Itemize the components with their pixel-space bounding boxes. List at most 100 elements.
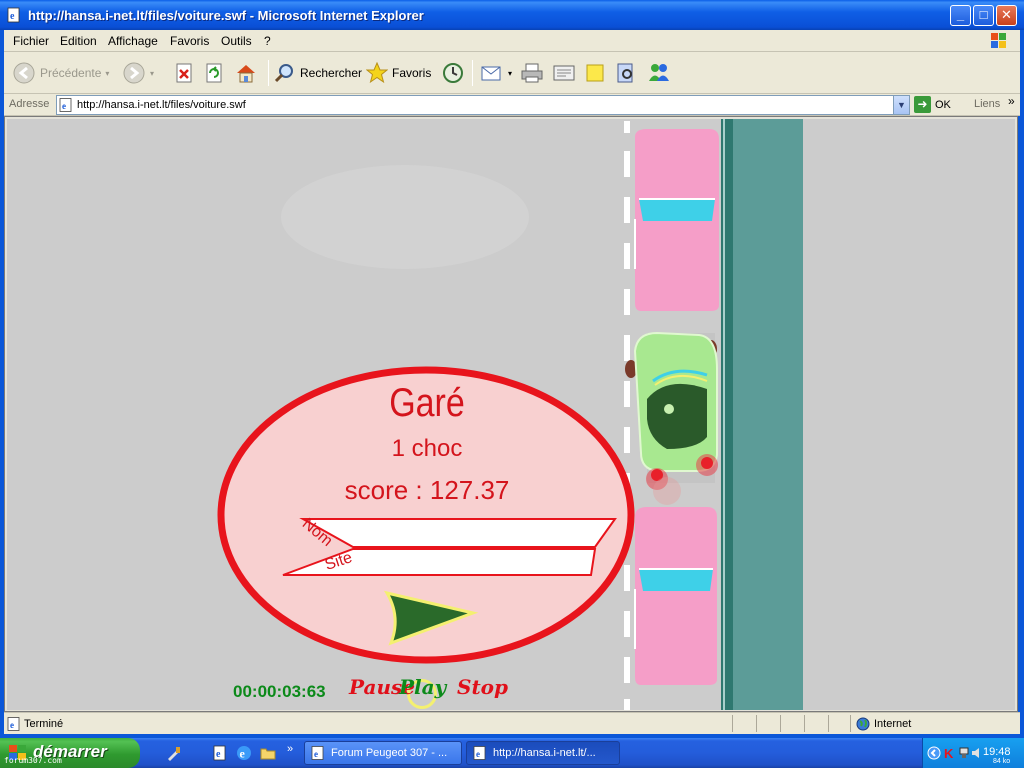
status-divider [732, 715, 733, 732]
status-divider [850, 715, 851, 732]
status-text: Terminé [24, 718, 64, 730]
system-tray: K 19:48 84 ko [922, 738, 1024, 768]
title-bar[interactable]: e http://hansa.i-net.lt/files/voiture.sw… [0, 0, 1024, 30]
brush-icon[interactable] [166, 745, 182, 761]
result-title: Garé [389, 381, 465, 425]
parked-car-top [634, 129, 719, 311]
print-button[interactable] [520, 60, 544, 86]
edit-page-icon [553, 65, 575, 81]
curb [721, 119, 733, 710]
back-button[interactable]: Précédente ▾ [12, 60, 109, 86]
links-label[interactable]: Liens [974, 98, 1000, 110]
history-icon [443, 63, 463, 83]
svg-text:K: K [944, 746, 954, 760]
go-label: OK [935, 98, 951, 111]
shock-count: 1 choc [391, 435, 463, 462]
maximize-button[interactable]: □ [973, 5, 994, 26]
svg-text:e: e [476, 749, 480, 759]
ie-page-icon: e [7, 717, 20, 731]
status-divider [804, 715, 805, 732]
search-icon [274, 64, 293, 83]
svg-text:e: e [10, 720, 14, 730]
ie-quicklaunch-icon[interactable]: e [212, 745, 228, 761]
menu-help[interactable]: ? [264, 34, 271, 48]
network-icon[interactable] [959, 746, 971, 760]
menu-affichage[interactable]: Affichage [108, 34, 158, 48]
game-timer: 00:00:03:63 [233, 682, 326, 701]
research-button[interactable] [614, 60, 638, 86]
toolbar-separator [268, 60, 269, 86]
history-button[interactable] [441, 60, 465, 86]
tray-arrow-icon[interactable] [927, 746, 941, 760]
score-text: score : 127.37 [344, 475, 510, 505]
menu-bar: Fichier Edition Affichage Favoris Outils… [4, 30, 1020, 52]
ghost-shape [281, 165, 529, 269]
player-car [625, 331, 718, 505]
menu-edition[interactable]: Edition [60, 34, 97, 48]
task-forum[interactable]: e Forum Peugeot 307 - ... [304, 741, 462, 765]
volume-icon[interactable] [971, 746, 983, 760]
flash-game[interactable]: Garé 1 choc score : 127.37 Nom Site 00:0… [7, 119, 1015, 710]
address-bar: Adresse e http://hansa.i-net.lt/files/vo… [4, 94, 1020, 116]
ie-browser-icon[interactable]: e [236, 745, 252, 761]
menu-fichier[interactable]: Fichier [13, 34, 49, 48]
name-input-shape[interactable] [299, 518, 617, 548]
clock[interactable]: 19:48 [983, 746, 1011, 758]
folder-icon[interactable] [260, 745, 276, 761]
security-zone: Internet [874, 718, 912, 730]
refresh-icon [206, 63, 222, 83]
favorites-button[interactable]: Favoris [366, 60, 431, 86]
antivirus-icon[interactable]: K [943, 746, 957, 760]
quicklaunch-more-icon[interactable]: » [287, 743, 293, 755]
menu-favoris[interactable]: Favoris [170, 34, 209, 48]
address-url: http://hansa.i-net.lt/files/voiture.swf [77, 99, 246, 111]
forward-arrow-icon [123, 62, 145, 84]
svg-text:e: e [314, 749, 318, 759]
window-title: http://hansa.i-net.lt/files/voiture.swf … [28, 8, 424, 23]
svg-text:e: e [10, 11, 15, 22]
play-button[interactable]: Play [399, 675, 446, 699]
address-dropdown-icon[interactable]: ▼ [893, 96, 909, 114]
forward-button[interactable]: ▾ [122, 60, 154, 86]
go-button[interactable]: ➜ OK [914, 96, 951, 113]
edit-button[interactable] [552, 60, 576, 86]
home-button[interactable] [234, 60, 258, 86]
taskbar: démarrer forum307.com e e » e Forum Peug… [0, 738, 1024, 768]
back-label: Précédente [40, 66, 102, 80]
refresh-button[interactable] [204, 60, 224, 86]
links-chevron-icon[interactable]: » [1008, 94, 1015, 108]
page-content: Garé 1 choc score : 127.37 Nom Site 00:0… [4, 116, 1018, 712]
standard-toolbar: Précédente ▾ ▾ Rechercher Favoris ▾ [4, 52, 1020, 94]
start-button[interactable]: démarrer forum307.com [0, 738, 140, 768]
status-divider [780, 715, 781, 732]
ie-page-icon: e [473, 746, 486, 760]
note-button[interactable] [584, 60, 606, 86]
svg-text:e: e [216, 749, 221, 760]
mail-button[interactable]: ▾ [480, 60, 512, 86]
messenger-button[interactable] [646, 60, 672, 86]
task-label: Forum Peugeot 307 - ... [331, 747, 448, 759]
ie-window: e http://hansa.i-net.lt/files/voiture.sw… [0, 0, 1024, 738]
address-input[interactable]: e http://hansa.i-net.lt/files/voiture.sw… [56, 95, 910, 115]
sidewalk [733, 119, 803, 710]
status-divider [828, 715, 829, 732]
star-icon [366, 62, 388, 84]
status-divider [756, 715, 757, 732]
address-label: Adresse [9, 98, 50, 110]
home-icon [237, 65, 255, 83]
toolbar-separator [472, 60, 473, 86]
parked-car-bottom [634, 507, 717, 685]
task-voiture[interactable]: e http://hansa.i-net.lt/... [466, 741, 620, 765]
go-arrow-icon: ➜ [914, 96, 931, 113]
memory-indicator: 84 ko [993, 758, 1011, 765]
research-icon [617, 63, 633, 83]
ie-page-icon: e [59, 98, 72, 112]
menu-outils[interactable]: Outils [221, 34, 252, 48]
search-button[interactable]: Rechercher [274, 60, 362, 86]
close-button[interactable]: ✕ [996, 5, 1017, 26]
minimize-button[interactable]: _ [950, 5, 971, 26]
task-label: http://hansa.i-net.lt/... [493, 747, 596, 759]
stop-game-button[interactable]: Stop [457, 675, 508, 699]
stop-icon [176, 63, 192, 83]
stop-button[interactable] [174, 60, 194, 86]
